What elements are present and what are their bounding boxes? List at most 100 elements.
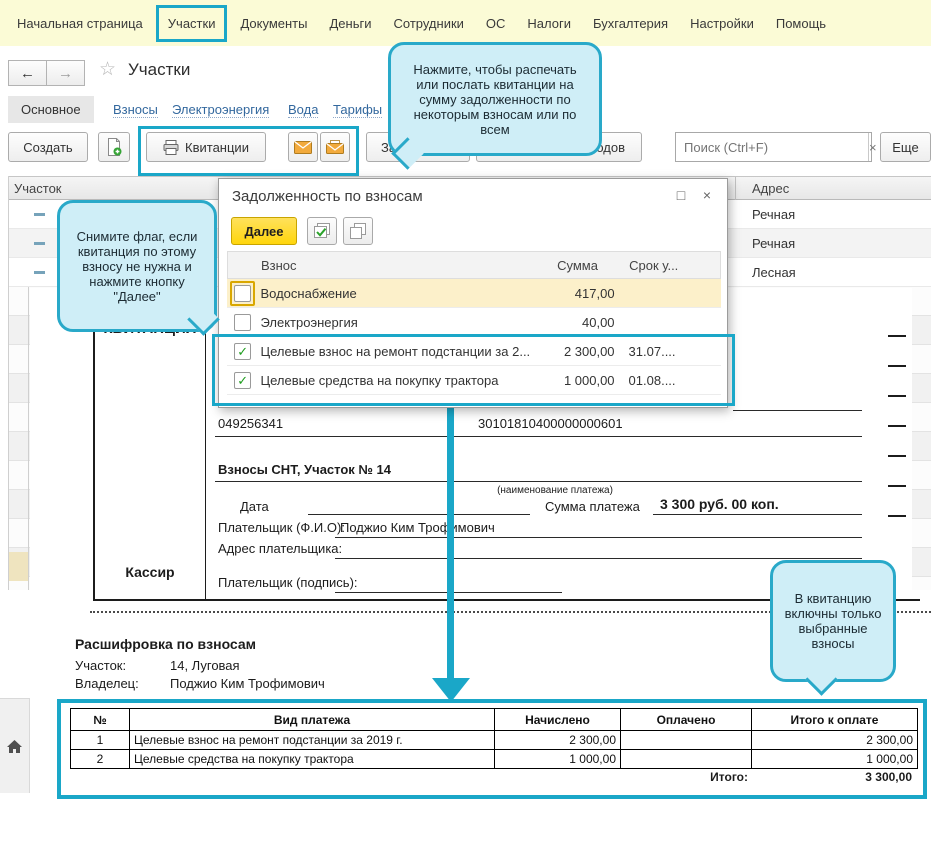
fee-row[interactable]: ✓ Целевые взнос на ремонт подстанции за … <box>227 337 721 366</box>
home-icon[interactable] <box>6 739 23 757</box>
col-paid: Оплачено <box>621 709 752 731</box>
page-title: Участки <box>128 60 190 80</box>
printer-icon <box>163 140 179 155</box>
callout-print-receipts: Нажмите, чтобы распечать или послать кви… <box>388 42 602 156</box>
send-email-button[interactable] <box>288 132 318 162</box>
annotation-arrow-head <box>432 678 470 702</box>
dialog-restore-icon[interactable]: □ <box>671 187 691 203</box>
col-number: № <box>71 709 130 731</box>
app-window: Начальная страница Участки Документы Ден… <box>0 0 931 846</box>
breakdown-title: Расшифровка по взносам <box>75 636 256 652</box>
checkbox-focused[interactable] <box>230 281 255 306</box>
col-sum: Сумма <box>551 258 619 273</box>
fee-row[interactable]: Электроэнергия 40,00 <box>227 308 721 337</box>
receipt-date-label: Дата <box>240 499 269 514</box>
receipt-corr-account: 30101810400000000601 <box>478 416 623 431</box>
col-address[interactable]: Адрес <box>752 181 789 196</box>
breakdown-row: 2 Целевые средства на покупку трактора 1… <box>71 750 918 769</box>
tab-electricity[interactable]: Электроэнергия <box>172 102 269 118</box>
breakdown-owner-value: Поджио Ким Трофимович <box>170 676 325 691</box>
receipt-left-frame <box>93 288 95 601</box>
more-button-label: Еще <box>892 140 918 155</box>
forward-button[interactable]: → <box>46 60 85 86</box>
highlighted-cell <box>9 552 28 581</box>
receipt-payer-name: Поджио Ким Трофимович <box>340 520 495 535</box>
check-all-button[interactable] <box>307 217 337 245</box>
col-plot[interactable]: Участок <box>14 181 62 196</box>
menu-item-home[interactable]: Начальная страница <box>6 16 154 31</box>
new-document-icon-button[interactable] <box>98 132 130 162</box>
breakdown-plot-value: 14, Луговая <box>170 658 240 673</box>
menu-item-os[interactable]: ОС <box>475 16 517 31</box>
envelope-open-icon <box>326 140 344 154</box>
receipt-amount: 3 300 руб. 00 коп. <box>660 496 779 512</box>
callout-selected-fees: В квитанцию включны только выбранные взн… <box>770 560 896 682</box>
fee-row[interactable]: Водоснабжение 417,00 <box>227 279 721 308</box>
back-button[interactable]: ← <box>8 60 47 86</box>
checkbox-checked[interactable]: ✓ <box>234 343 251 360</box>
tab-main[interactable]: Основное <box>8 96 94 123</box>
document-plus-icon <box>106 138 122 156</box>
next-button[interactable]: Далее <box>231 217 297 245</box>
menu-item-money[interactable]: Деньги <box>318 16 382 31</box>
breakdown-header-row: № Вид платежа Начислено Оплачено Итого к… <box>71 709 918 731</box>
more-button[interactable]: Еще <box>880 132 931 162</box>
dialog-fee-table: Взнос Сумма Срок у... Водоснабжение 417,… <box>227 251 721 395</box>
breakdown-row: 1 Целевые взнос на ремонт подстанции за … <box>71 731 918 750</box>
col-due: Срок у... <box>619 258 720 273</box>
menu-item-help[interactable]: Помощь <box>765 16 837 31</box>
tab-water[interactable]: Вода <box>288 102 318 118</box>
row-address: Речная <box>752 236 795 251</box>
row-marker-icon <box>34 213 45 216</box>
favorite-star-icon[interactable]: ☆ <box>99 58 116 81</box>
receipt-bik: 049256341 <box>218 416 283 431</box>
check-all-icon <box>313 223 331 239</box>
fee-row[interactable]: ✓ Целевые средства на покупку трактора 1… <box>227 366 721 395</box>
menu-item-settings[interactable]: Настройки <box>679 16 765 31</box>
breakdown-table: № Вид платежа Начислено Оплачено Итого к… <box>70 708 918 769</box>
create-button-label: Создать <box>23 140 72 155</box>
create-button[interactable]: Создать <box>8 132 88 162</box>
send-all-email-button[interactable] <box>320 132 350 162</box>
menu-item-taxes[interactable]: Налоги <box>516 16 582 31</box>
tab-fees[interactable]: Взносы <box>113 102 158 118</box>
col-accrued: Начислено <box>495 709 621 731</box>
menu-item-plots[interactable]: Участки <box>156 5 228 42</box>
dialog-title: Задолженность по взносам <box>232 188 423 205</box>
checkbox-checked[interactable]: ✓ <box>234 372 251 389</box>
annotation-arrow <box>447 408 454 678</box>
col-total-due: Итого к оплате <box>752 709 918 731</box>
receipt-payer-label: Плательщик (Ф.И.О): <box>218 520 345 535</box>
menu-item-employees[interactable]: Сотрудники <box>382 16 474 31</box>
main-menu: Начальная страница Участки Документы Ден… <box>0 0 931 46</box>
search-input[interactable] <box>676 140 868 155</box>
search-clear-icon[interactable]: × <box>868 133 877 161</box>
checkbox[interactable] <box>234 314 251 331</box>
receipt-cashier-label: Кассир <box>96 564 204 580</box>
envelope-icon <box>294 141 312 154</box>
dialog-close-icon[interactable]: × <box>697 187 717 203</box>
receipts-button[interactable]: Квитанции <box>146 132 266 162</box>
search-box: × <box>675 132 872 162</box>
breakdown-owner-label: Владелец: <box>75 676 139 691</box>
next-button-label: Далее <box>244 224 283 239</box>
row-address: Речная <box>752 207 795 222</box>
receipt-purpose: Взносы СНТ, Участок № 14 <box>218 462 391 477</box>
breakdown-plot-label: Участок: <box>75 658 126 673</box>
menu-item-accounting[interactable]: Бухгалтерия <box>582 16 679 31</box>
receipts-button-label: Квитанции <box>185 140 249 155</box>
row-address: Лесная <box>752 265 796 280</box>
uncheck-all-icon <box>350 223 366 239</box>
receipt-signature-label: Плательщик (подпись): <box>218 575 358 590</box>
col-fee: Взнос <box>259 258 551 273</box>
receipt-address-label: Адрес плательщика: <box>218 541 342 556</box>
row-marker-icon <box>34 242 45 245</box>
receipt-stub-divider <box>205 288 206 601</box>
breakdown-total-value: 3 300,00 <box>782 770 912 784</box>
breakdown-total-label: Итого: <box>623 770 748 784</box>
col-payment-type: Вид платежа <box>130 709 495 731</box>
menu-item-documents[interactable]: Документы <box>229 16 318 31</box>
tab-tariffs[interactable]: Тарифы <box>333 102 382 118</box>
uncheck-all-button[interactable] <box>343 217 373 245</box>
row-marker-icon <box>34 271 45 274</box>
